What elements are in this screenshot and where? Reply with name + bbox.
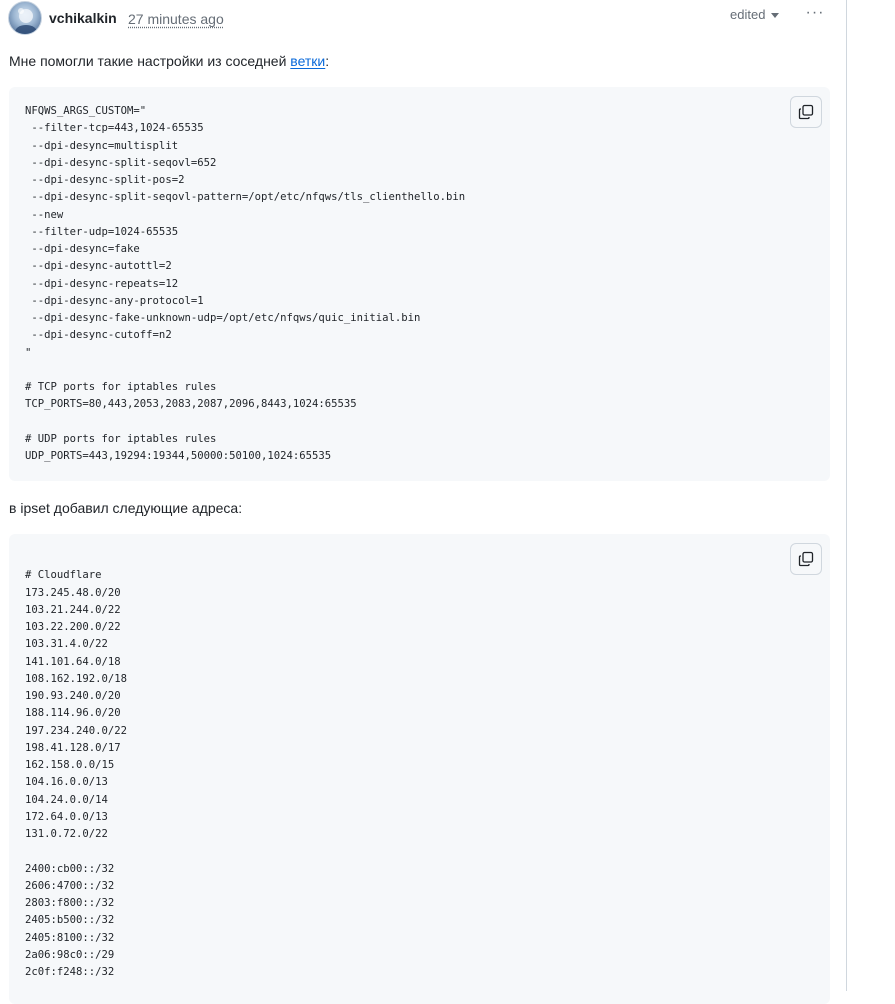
code-line: --filter-tcp=443,1024-65535 [25,122,204,135]
code-line: --dpi-desync-split-seqovl=652 [25,156,217,169]
copy-icon [798,104,814,120]
code-line: 188.114.96.0/20 [25,707,121,720]
code-line: 197.234.240.0/22 [25,724,128,737]
code-line: 2405:8100::/32 [25,931,115,944]
avatar[interactable] [8,1,42,35]
code-line: # Cloudflare [25,569,102,582]
code-line: --dpi-desync-fake-unknown-udp=/opt/etc/n… [25,312,421,324]
code-line: # UDP ports for iptables rules [25,432,217,445]
copy-button[interactable] [790,543,822,575]
code-block-nfqws-config: NFQWS_ARGS_CUSTOM=" --filter-tcp=443,102… [9,87,830,481]
code-line: 2803:f800::/32 [25,897,115,909]
code-line: --dpi-desync=fake [25,243,140,255]
code-line: 190.93.240.0/20 [25,690,121,702]
code-line: 141.101.64.0/18 [25,655,121,668]
code-line: 198.41.128.0/17 [25,741,121,754]
edited-history-dropdown[interactable]: edited [730,7,780,22]
comment-author[interactable]: vchikalkin [49,10,117,26]
code-line: --dpi-desync=multisplit [25,139,179,152]
avatar-image-icon [15,8,37,34]
chevron-down-icon [771,13,780,18]
timeline-divider [846,0,847,991]
code-line: 162.158.0.0/15 [25,759,115,771]
code-line: 103.21.244.0/22 [25,603,121,616]
code-line: --dpi-desync-repeats=12 [25,277,179,290]
code-line: 104.24.0.0/14 [25,793,108,806]
code-line: 172.64.0.0/13 [25,810,108,823]
thread-link[interactable]: ветки [290,53,325,69]
code-content: NFQWS_ARGS_CUSTOM=" --filter-tcp=443,102… [25,103,465,465]
code-line: 2405:b500::/32 [25,914,115,927]
code-line: --dpi-desync-cutoff=n2 [25,329,172,342]
comment-options-button[interactable]: ··· [802,2,828,24]
code-line: TCP_PORTS=80,443,2053,2083,2087,2096,844… [25,398,357,411]
code-line: 2c0f:f248::/32 [25,966,115,978]
comment-header: vchikalkin 27 minutes ago edited ··· [8,0,838,36]
edited-label: edited [730,7,766,22]
comment-timestamp[interactable]: 27 minutes ago [128,11,224,27]
code-line: 2a06:98c0::/29 [25,948,115,961]
code-line: --dpi-desync-split-seqovl-pattern=/opt/e… [25,191,466,204]
code-line: --filter-udp=1024-65535 [25,225,179,238]
code-line: 2606:4700::/32 [25,879,115,892]
comment-intro-paragraph: Мне помогли такие настройки из соседней … [9,53,329,69]
code-line: 103.31.4.0/22 [25,638,108,651]
code-block-ipset: # Cloudflare 173.245.48.0/20 103.21.244.… [9,534,830,1004]
copy-icon [798,551,814,567]
code-line: 104.16.0.0/13 [25,776,108,789]
code-line: 103.22.200.0/22 [25,621,121,633]
intro-suffix: : [325,53,330,69]
copy-button[interactable] [790,96,822,128]
code-line: 131.0.72.0/22 [25,828,108,840]
code-line: --dpi-desync-any-protocol=1 [25,294,204,307]
kebab-horizontal-icon: ··· [805,4,825,21]
code-line: NFQWS_ARGS_CUSTOM=" [25,105,147,117]
ipset-paragraph: в ipset добавил следующие адреса: [9,500,243,516]
code-content: # Cloudflare 173.245.48.0/20 103.21.244.… [25,550,127,981]
code-line: UDP_PORTS=443,19294:19344,50000:50100,10… [25,450,332,462]
code-line: --dpi-desync-split-pos=2 [25,174,185,186]
code-line: " [25,346,32,359]
code-line: --new [25,208,64,221]
code-line: --dpi-desync-autottl=2 [25,260,172,273]
code-line: # TCP ports for iptables rules [25,381,217,393]
code-line: 2400:cb00::/32 [25,862,115,875]
code-line: 108.162.192.0/18 [25,672,128,685]
code-line: 173.245.48.0/20 [25,586,121,599]
intro-text: Мне помогли такие настройки из соседней [9,53,291,69]
